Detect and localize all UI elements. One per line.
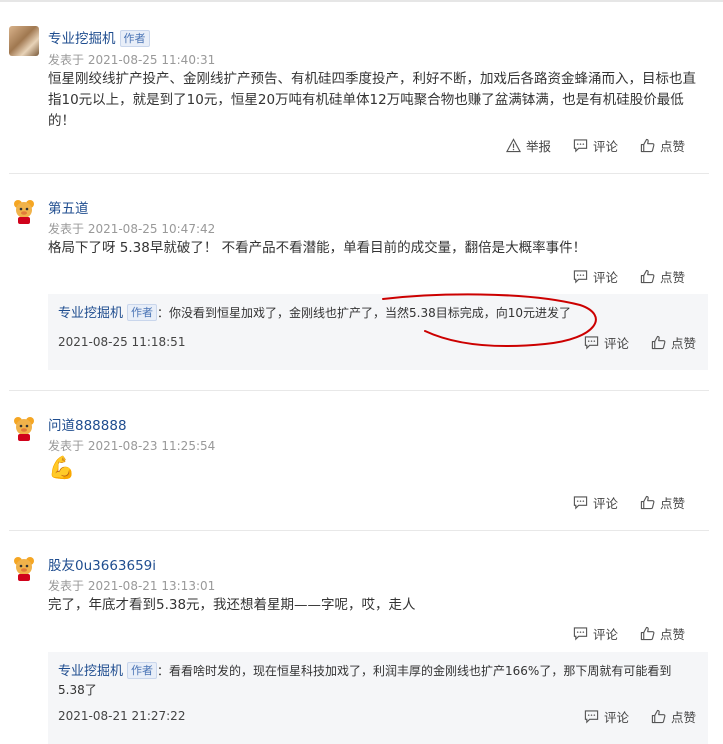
username-text[interactable]: 问道888888 [48,418,127,434]
like-button[interactable]: 点赞 [640,493,685,512]
reply-actions: 评论 点赞 [562,333,696,351]
reply-time: 2021-08-21 21:27:22 [58,709,186,723]
comment-icon [573,138,588,152]
comment-label: 评论 [592,269,618,285]
reply-like-button[interactable]: 点赞 [651,333,696,352]
like-label: 点赞 [659,138,685,154]
avatar[interactable] [9,553,39,583]
comment-icon [584,709,599,723]
flexed-biceps-emoji: 💪 [48,456,76,481]
thumbs-up-icon [651,709,666,723]
username-text[interactable]: 专业挖掘机 [48,31,116,47]
like-button[interactable]: 点赞 [640,624,685,643]
reply-like-button[interactable]: 点赞 [651,707,696,726]
comment-label: 评论 [592,138,618,154]
comment-button[interactable]: 评论 [573,267,618,286]
comment-actions: 评论 点赞 [551,267,685,285]
comment-text: 恒星刚绞线扩产投产、金刚线扩产预告、有机硅四季度投产，利好不断，加戏后各路资金蜂… [48,71,696,129]
comment-text: 完了，年底才看到5.38元，我还想着星期——字呢，哎，走人 [48,597,416,613]
reply-comment-button[interactable]: 评论 [584,707,629,726]
thumbs-up-icon [640,269,655,283]
author-badge: 作者 [127,662,158,679]
like-label: 点赞 [659,626,685,642]
comment-label: 评论 [592,626,618,642]
thumbs-up-icon [640,138,655,152]
comment-button[interactable]: 评论 [573,493,618,512]
comment-icon [573,626,588,640]
username-text[interactable]: 股友0u3663659i [48,558,156,574]
post-time: 发表于 2021-08-21 13:13:01 [48,579,216,593]
like-label: 点赞 [670,335,696,351]
thumbs-up-icon [640,495,655,509]
comment-icon [573,495,588,509]
comment-label: 评论 [603,709,629,725]
comment-icon [584,335,599,349]
reply-text: ：你没看到恒星加戏了，金刚线也扩产了，当然5.38目标完成，向10元进发了 [157,306,572,320]
reply-box: 专业挖掘机 作者 ：看看啥时发的，现在恒星科技加戏了，利润丰厚的金刚线也扩产166%… [48,652,708,744]
comment-label: 评论 [603,335,629,351]
avatar[interactable] [9,413,39,443]
reply-comment-button[interactable]: 评论 [584,333,629,352]
top-border [0,0,723,2]
thumbs-up-icon [640,626,655,640]
author-badge: 作者 [127,304,158,321]
reply-username[interactable]: 专业挖掘机 [58,664,123,679]
divider [9,530,709,531]
comment-actions: 评论 点赞 [551,624,685,642]
avatar[interactable] [9,26,39,56]
comment-button[interactable]: 评论 [573,624,618,643]
username[interactable]: 问道888888 [48,414,127,434]
report-button[interactable]: 举报 [505,136,551,155]
like-label: 点赞 [659,269,685,285]
reply-text-line: 专业挖掘机 作者 ：你没看到恒星加戏了，金刚线也扩产了，当然5.38目标完成，向10… [58,304,698,323]
reply-box: 专业挖掘机 作者 ：你没看到恒星加戏了，金刚线也扩产了，当然5.38目标完成，向10… [48,294,708,370]
like-button[interactable]: 点赞 [640,136,685,155]
report-label: 举报 [525,138,551,154]
author-badge: 作者 [119,30,150,47]
post-time: 发表于 2021-08-25 11:40:31 [48,53,216,67]
reply-text-line: 专业挖掘机 作者 ：看看啥时发的，现在恒星科技加戏了，利润丰厚的金刚线也扩产166%… [58,662,698,699]
username[interactable]: 股友0u3663659i [48,554,156,574]
like-label: 点赞 [670,709,696,725]
post-time: 发表于 2021-08-23 11:25:54 [48,439,216,453]
comment-icon [573,269,588,283]
username-text[interactable]: 第五道 [48,201,89,217]
thumbs-up-icon [651,335,666,349]
divider [9,173,709,174]
comment-text: 格局下了呀 5.38早就破了！ 不看产品不看潜能，单看目前的成交量，翻倍是大概率… [48,240,587,256]
comment-button[interactable]: 评论 [573,136,618,155]
like-label: 点赞 [659,495,685,511]
comment-actions: 举报 评论 点赞 [484,136,685,154]
reply-actions: 评论 点赞 [562,707,696,725]
comment-actions: 评论 点赞 [551,493,685,511]
avatar[interactable] [9,196,39,226]
mascot-avatar-icon [14,417,34,441]
divider [9,390,709,391]
username[interactable]: 专业挖掘机 作者 [48,27,150,47]
username[interactable]: 第五道 [48,197,89,217]
mascot-avatar-icon [14,200,34,224]
warning-icon [505,137,521,152]
reply-username[interactable]: 专业挖掘机 [58,306,123,321]
like-button[interactable]: 点赞 [640,267,685,286]
post-time: 发表于 2021-08-25 10:47:42 [48,222,216,236]
mascot-avatar-icon [14,557,34,581]
comment-label: 评论 [592,495,618,511]
reply-time: 2021-08-25 11:18:51 [58,335,186,349]
